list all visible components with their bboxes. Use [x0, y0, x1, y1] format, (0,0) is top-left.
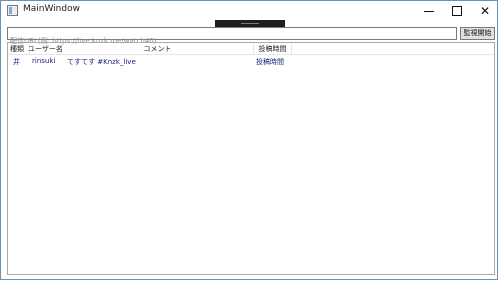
- column-header-posted-time[interactable]: 投稿時間: [254, 44, 292, 54]
- row-posted-time: 投稿時間: [256, 58, 284, 66]
- grip-icon: [241, 23, 259, 24]
- window-title: MainWindow: [23, 4, 80, 14]
- start-monitoring-button[interactable]: 監視開始: [460, 27, 495, 40]
- drag-handle[interactable]: [215, 20, 285, 27]
- list-header: 種類 ユーザー名 コメント 投稿時間: [8, 43, 494, 55]
- comment-list[interactable]: 種類 ユーザー名 コメント 投稿時間 井 rinsuki てすてす #Knzk_…: [7, 42, 495, 275]
- column-header-type[interactable]: 種類: [10, 44, 30, 54]
- main-window: MainWindow ✕ 監視開始 種類 ユーザー名 コメント 投稿時間 井 r…: [0, 0, 498, 280]
- row-username: rinsuki: [32, 57, 56, 65]
- minimize-button[interactable]: [415, 1, 443, 21]
- column-header-username[interactable]: ユーザー名: [28, 44, 63, 54]
- row-type-icon: 井: [13, 58, 20, 66]
- title-bar[interactable]: MainWindow ✕: [1, 1, 497, 21]
- stream-url-box[interactable]: [7, 27, 457, 47]
- app-window-icon: [7, 5, 18, 16]
- table-row[interactable]: 井 rinsuki てすてす #Knzk_live 投稿時間: [8, 57, 494, 67]
- column-header-comment[interactable]: コメント: [62, 44, 254, 54]
- close-button[interactable]: ✕: [471, 1, 499, 21]
- row-comment: てすてす #Knzk_live: [67, 58, 136, 66]
- maximize-button[interactable]: [443, 1, 471, 21]
